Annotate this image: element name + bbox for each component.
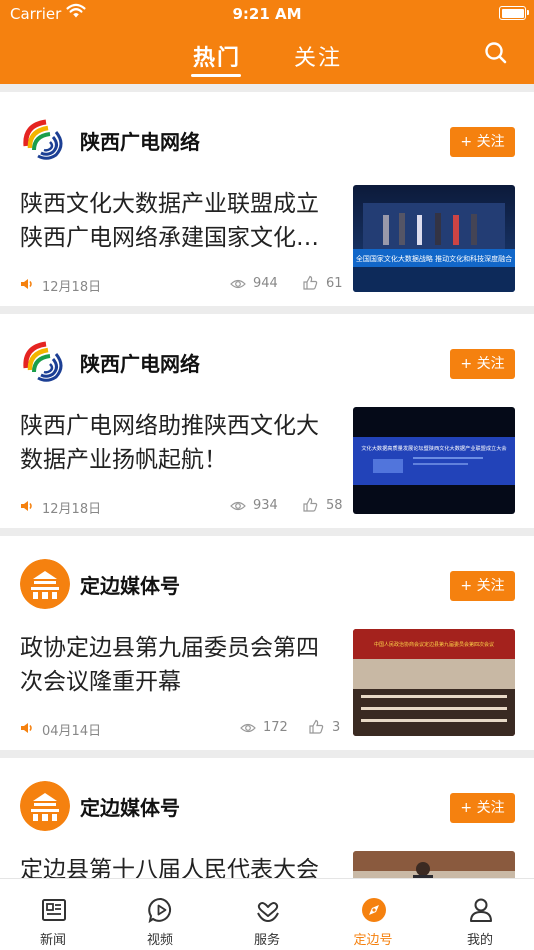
like-count: 61 <box>326 276 343 291</box>
compass-icon <box>362 898 386 922</box>
service-icon <box>257 902 279 923</box>
publish-date: 04月14日 <box>42 724 102 739</box>
follow-button[interactable]: + 关注 <box>450 571 515 601</box>
headline[interactable]: 陕西文化大数据产业联盟成立 陕西广电网络承建国家文化… <box>20 187 340 255</box>
like-count: 3 <box>332 720 341 735</box>
news-thumbnail[interactable]: 全国国家文化大数据战略 推动文化和科技深度融合 <box>353 185 515 292</box>
like-icon[interactable] <box>302 497 318 513</box>
thumbnail-caption: 中国人民政治协商会议定边县第九届委员会第四次会议 <box>374 641 494 648</box>
source-name: 陕西广电网络 <box>80 130 200 154</box>
source-name: 定边媒体号 <box>80 796 180 820</box>
card-meta: 04月14日 172 3 <box>20 719 340 739</box>
like-count: 58 <box>326 498 343 513</box>
tab-label: 我的 <box>466 933 493 948</box>
tab-profile[interactable]: 我的 <box>427 879 533 950</box>
dingbian-logo-icon <box>20 781 70 831</box>
like-icon[interactable] <box>308 719 324 735</box>
status-bar: Carrier 9:21 AM <box>0 0 534 30</box>
tab-label: 定边号 <box>353 933 393 948</box>
tab-hot-indicator <box>191 74 241 77</box>
view-count: 172 <box>263 720 288 735</box>
tab-hot[interactable]: 热门 <box>193 40 241 72</box>
dingbian-logo-icon <box>20 559 70 609</box>
source-name: 陕西广电网络 <box>80 352 200 376</box>
view-count: 944 <box>253 276 278 291</box>
view-count: 934 <box>253 498 278 513</box>
card-meta: 12月18日 934 58 <box>20 497 343 517</box>
speaker-icon[interactable] <box>20 277 34 291</box>
follow-button[interactable]: + 关注 <box>450 349 515 379</box>
eye-icon <box>230 501 246 511</box>
eye-icon <box>230 279 246 289</box>
tab-label: 视频 <box>146 933 173 948</box>
tab-service[interactable]: 服务 <box>214 879 320 950</box>
eye-icon <box>240 723 256 733</box>
news-feed[interactable]: 陕西广电网络 + 关注 陕西文化大数据产业联盟成立 陕西广电网络承建国家文化… … <box>0 84 534 878</box>
sxbc-logo-icon <box>20 337 70 387</box>
tab-label: 新闻 <box>39 933 66 948</box>
headline[interactable]: 定边县第十八届人民代表大会 <box>20 853 340 878</box>
card-meta: 12月18日 944 61 <box>20 275 343 295</box>
feed-card[interactable]: 定边媒体号 + 关注 政协定边县第九届委员会第四次会议隆重开幕 中国人民政治协商… <box>0 536 534 750</box>
follow-button[interactable]: + 关注 <box>450 793 515 823</box>
video-icon <box>148 897 172 924</box>
headline[interactable]: 陕西广电网络助推陕西文化大数据产业扬帆起航！ <box>20 409 340 477</box>
headline[interactable]: 政协定边县第九届委员会第四次会议隆重开幕 <box>20 631 340 699</box>
news-thumbnail[interactable]: 文化大数据高质量发展论坛暨陕西文化大数据产业联盟成立大会 <box>353 407 515 514</box>
thumbnail-caption: 文化大数据高质量发展论坛暨陕西文化大数据产业联盟成立大会 <box>361 444 506 452</box>
follow-button[interactable]: + 关注 <box>450 127 515 157</box>
feed-card[interactable]: 陕西广电网络 + 关注 陕西广电网络助推陕西文化大数据产业扬帆起航！ 文化大数据… <box>0 314 534 528</box>
battery-icon <box>499 6 529 20</box>
feed-card[interactable]: 陕西广电网络 + 关注 陕西文化大数据产业联盟成立 陕西广电网络承建国家文化… … <box>0 92 534 306</box>
app-header: Carrier 9:21 AM 热门 关注 <box>0 0 534 84</box>
search-icon[interactable] <box>483 40 509 66</box>
news-icon <box>42 899 66 921</box>
news-thumbnail[interactable] <box>353 851 515 878</box>
speaker-icon[interactable] <box>20 721 34 735</box>
like-icon[interactable] <box>302 275 318 291</box>
sxbc-logo-icon <box>20 115 70 165</box>
bottom-tab-bar: 新闻 视频 服务 定边号 我的 <box>0 878 534 950</box>
thumbnail-caption: 全国国家文化大数据战略 推动文化和科技深度融合 <box>356 254 512 263</box>
tab-dingbian[interactable]: 定边号 <box>320 879 426 950</box>
tab-news[interactable]: 新闻 <box>0 879 106 950</box>
profile-icon <box>470 898 492 922</box>
speaker-icon[interactable] <box>20 499 34 513</box>
clock: 9:21 AM <box>232 5 302 23</box>
publish-date: 12月18日 <box>42 502 102 517</box>
tab-label: 服务 <box>253 933 280 948</box>
source-name: 定边媒体号 <box>80 574 180 598</box>
tab-follow[interactable]: 关注 <box>294 40 342 72</box>
publish-date: 12月18日 <box>42 280 102 295</box>
news-thumbnail[interactable]: 中国人民政治协商会议定边县第九届委员会第四次会议 <box>353 629 515 736</box>
feed-card[interactable]: 定边媒体号 + 关注 定边县第十八届人民代表大会 <box>0 758 534 878</box>
tab-video[interactable]: 视频 <box>107 879 213 950</box>
